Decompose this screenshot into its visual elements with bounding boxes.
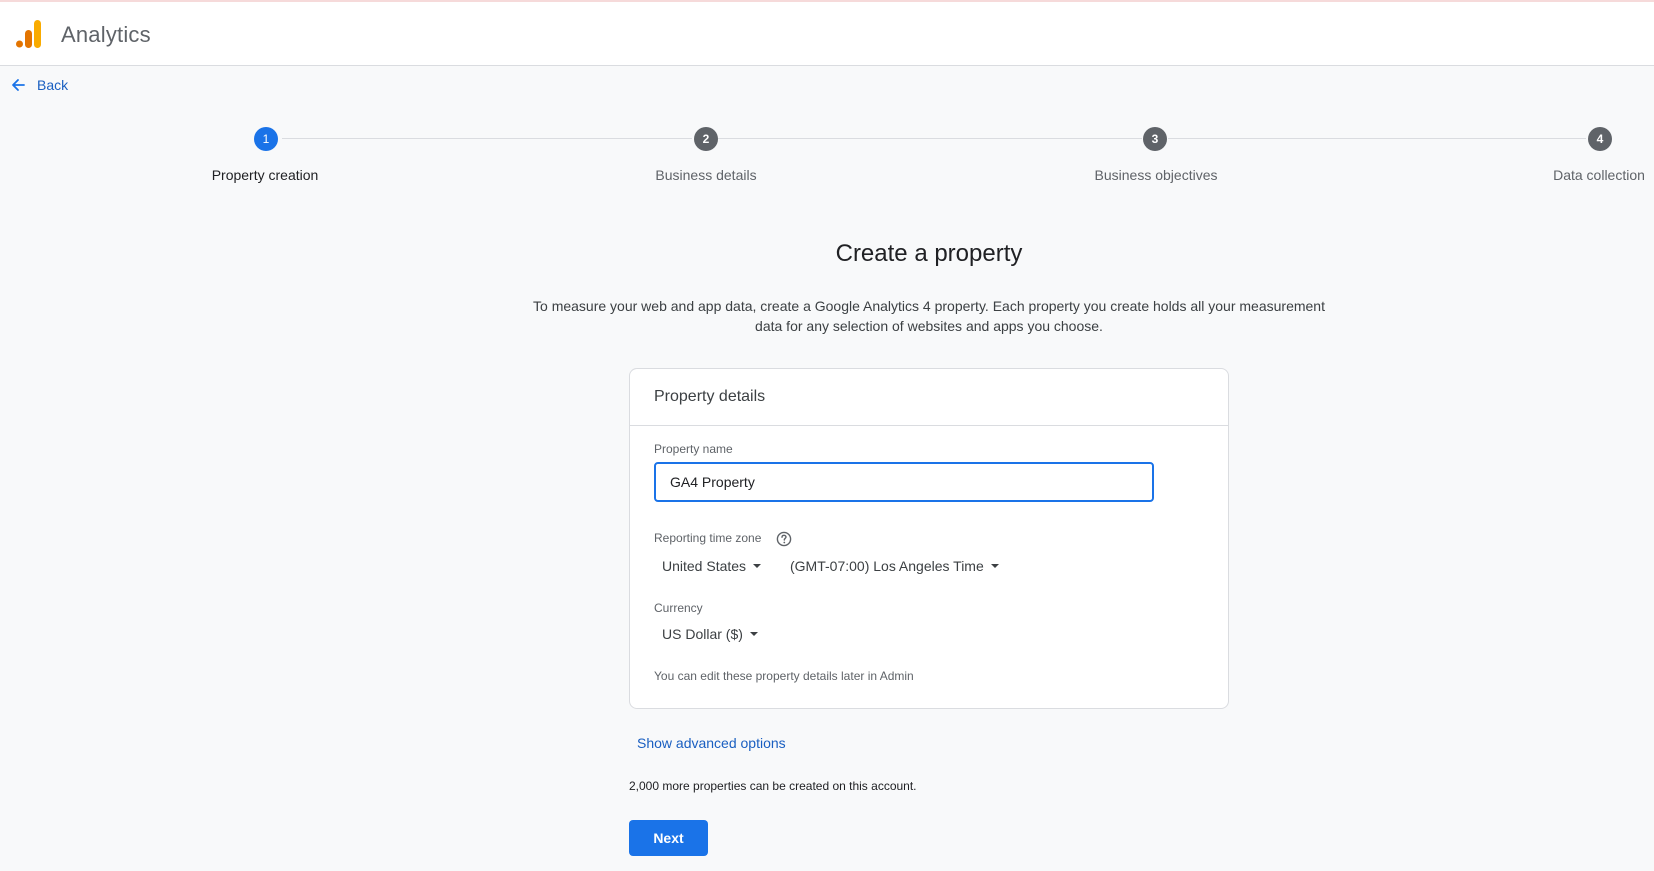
back-button[interactable]: Back: [10, 75, 68, 95]
step-3-circle: 3: [1143, 127, 1167, 151]
top-app-bar: Analytics: [0, 0, 1654, 66]
property-name-label: Property name: [654, 442, 733, 456]
setup-stepper: 1 2 3 4 Property creation Business detai…: [0, 125, 1654, 185]
caret-down-icon: [749, 632, 758, 636]
step-connector: [718, 138, 1142, 139]
back-label: Back: [37, 77, 69, 93]
currency-value: US Dollar ($): [662, 626, 743, 642]
step-1-label: Property creation: [211, 167, 319, 183]
property-name-input[interactable]: [654, 462, 1154, 502]
next-button[interactable]: Next: [629, 820, 708, 856]
step-1-circle: 1: [254, 127, 278, 151]
timezone-label: Reporting time zone: [654, 531, 762, 545]
country-dropdown[interactable]: United States: [662, 558, 762, 574]
step-2-label: Business details: [655, 167, 757, 183]
step-connector: [282, 138, 692, 139]
currency-dropdown[interactable]: US Dollar ($): [662, 626, 758, 642]
currency-label: Currency: [654, 601, 703, 615]
analytics-logo[interactable]: [15, 19, 43, 49]
step-4-label: Data collection: [1553, 167, 1645, 183]
step-4-circle: 4: [1588, 127, 1612, 151]
help-icon[interactable]: [776, 531, 792, 547]
intro-text: To measure your web and app data, create…: [533, 298, 1325, 334]
step-2-circle: 2: [694, 127, 718, 151]
page-title: Create a property: [835, 240, 1023, 267]
property-details-card: Property details Property name Reporting…: [629, 368, 1229, 709]
caret-down-icon: [990, 564, 999, 568]
card-header: Property details: [630, 369, 1228, 426]
timezone-dropdown[interactable]: (GMT-07:00) Los Angeles Time: [790, 558, 999, 574]
step-connector: [1168, 138, 1586, 139]
caret-down-icon: [753, 564, 762, 568]
remaining-properties-text: 2,000 more properties can be created on …: [629, 779, 917, 793]
timezone-value: (GMT-07:00) Los Angeles Time: [790, 558, 984, 574]
app-title: Analytics: [61, 22, 151, 47]
country-value: United States: [662, 558, 747, 574]
arrow-left-icon: [12, 79, 25, 91]
edit-hint: You can edit these property details late…: [654, 669, 914, 683]
show-advanced-options-link[interactable]: Show advanced options: [637, 735, 786, 751]
step-3-label: Business objectives: [1094, 167, 1218, 183]
